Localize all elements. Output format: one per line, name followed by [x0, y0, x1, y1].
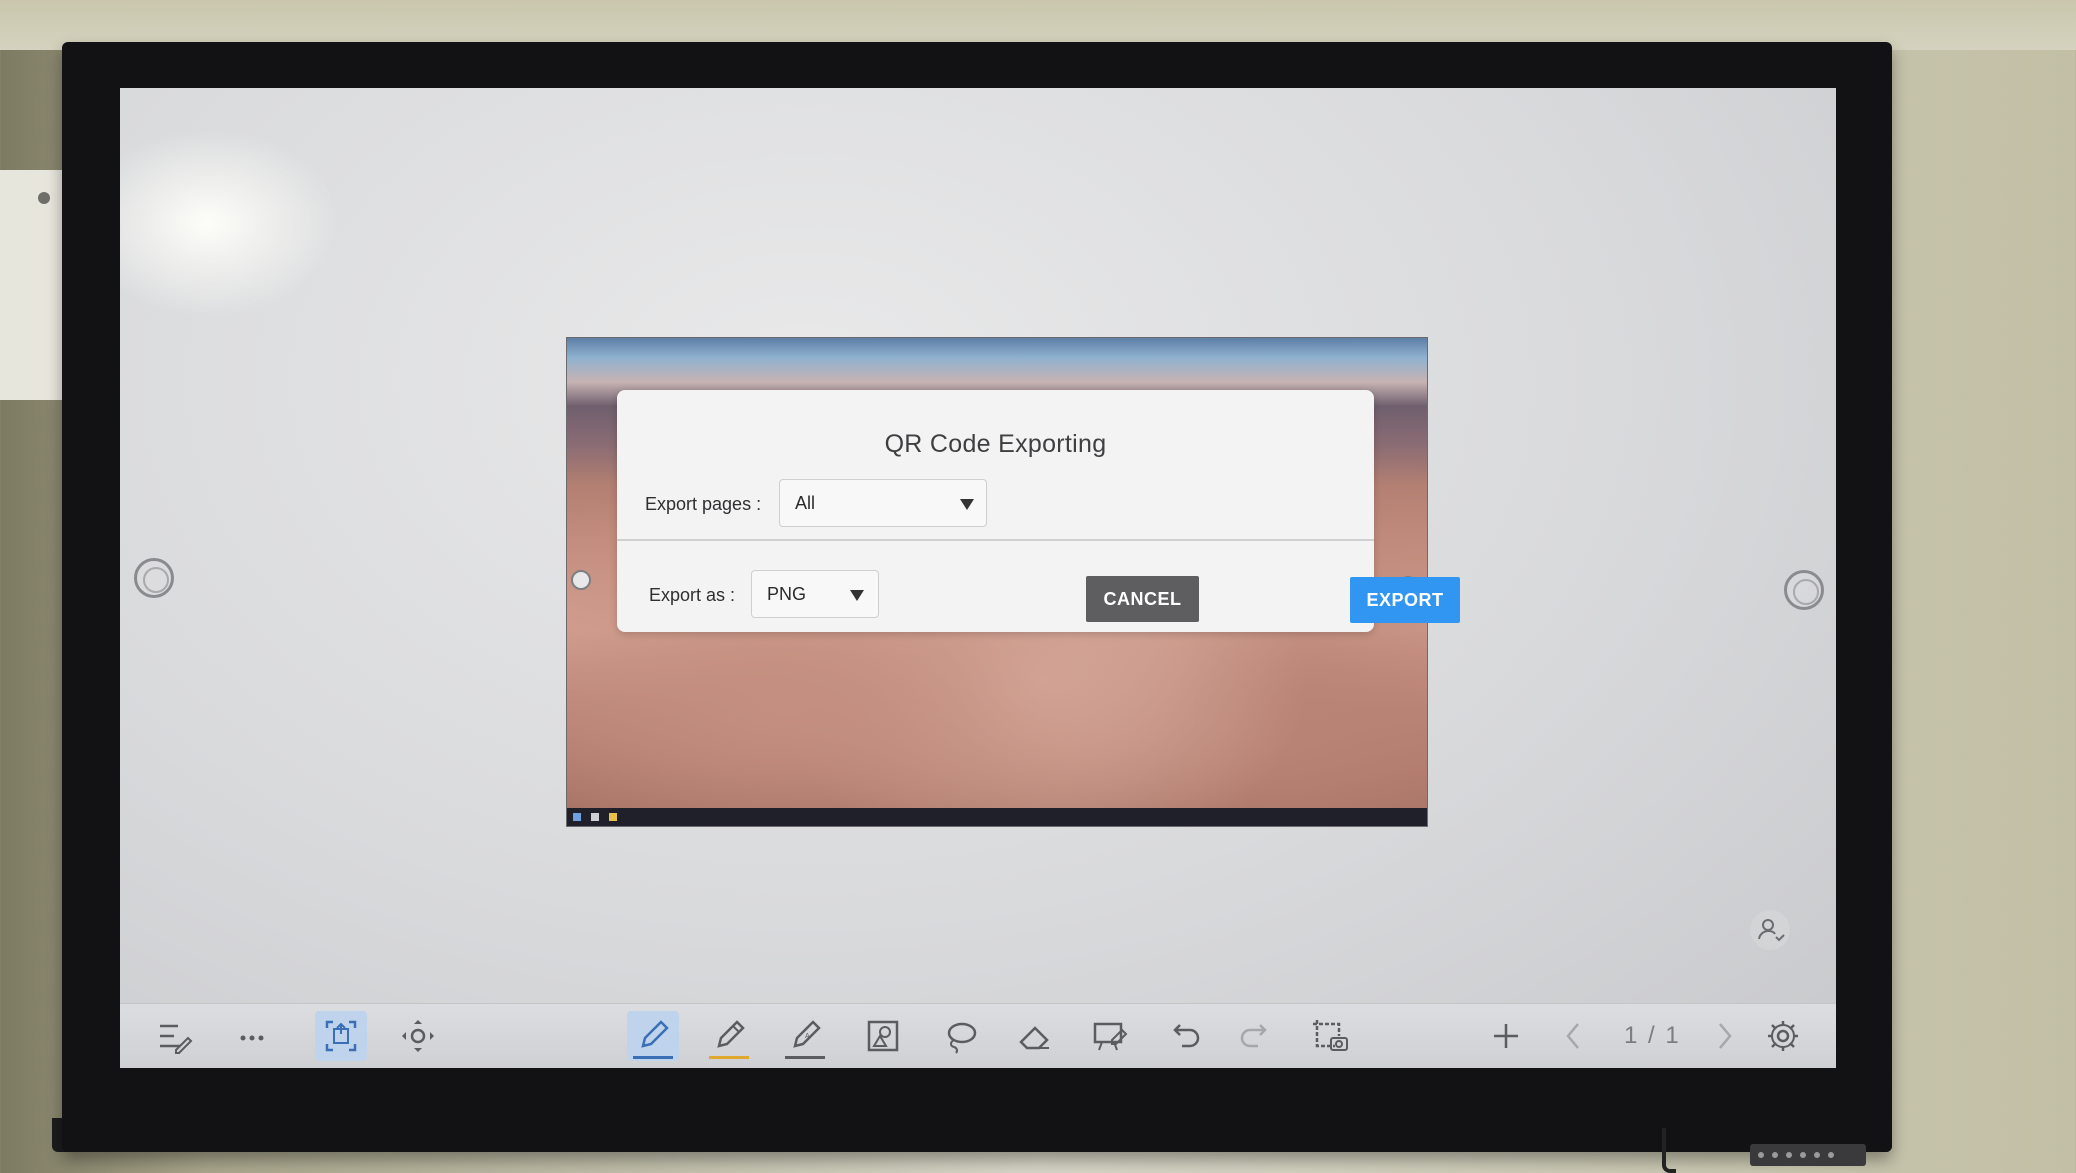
next-page-button[interactable]	[1698, 1011, 1750, 1061]
resize-handle-left[interactable]	[571, 570, 591, 590]
more-icon	[240, 1035, 264, 1041]
export-as-label: Export as :	[649, 585, 736, 605]
eraser-icon	[1019, 1026, 1049, 1050]
folder-icon	[609, 813, 617, 821]
settings-button[interactable]	[1757, 1011, 1809, 1061]
qr-export-dialog: QR Code Exporting Export pages : All Exp…	[617, 390, 1460, 632]
export-pages-value: All	[795, 493, 816, 513]
cancel-button[interactable]: CANCEL	[1086, 576, 1199, 622]
left-side-menu-handle[interactable]	[134, 558, 174, 598]
prev-page-button[interactable]	[1548, 1011, 1600, 1061]
prev-page-icon	[1566, 1023, 1579, 1049]
scan-button[interactable]	[315, 1011, 367, 1061]
smart-pen-tool[interactable]: A	[779, 1011, 831, 1061]
whiteboard-toolbar: A 1 / 1	[120, 1003, 1836, 1068]
svg-text:A: A	[805, 1033, 810, 1040]
board-edit-icon	[1093, 1022, 1128, 1051]
dialog-title: QR Code Exporting	[884, 430, 1107, 458]
menu-icon	[160, 1024, 193, 1054]
light-glare	[120, 128, 340, 318]
lasso-icon	[947, 1022, 977, 1054]
pen-icon	[641, 1020, 669, 1048]
more-button[interactable]	[226, 1011, 278, 1061]
page-indicator: 1 / 1	[1624, 1022, 1681, 1049]
switch-dot	[38, 192, 50, 204]
power-cable	[1662, 1128, 1676, 1173]
undo-button[interactable]	[1158, 1011, 1210, 1061]
dialog-divider	[617, 539, 1374, 541]
chevron-down-icon	[960, 499, 974, 510]
menu-button[interactable]	[148, 1011, 200, 1061]
redo-icon	[1240, 1024, 1267, 1048]
add-page-button[interactable]	[1480, 1011, 1532, 1061]
windows-taskbar	[567, 808, 1427, 826]
highlighter-color-indicator	[709, 1056, 749, 1059]
export-pages-label: Export pages :	[645, 494, 762, 514]
monitor-control-panel	[1750, 1144, 1866, 1166]
taskbar-app-icon	[591, 813, 599, 821]
lasso-tool[interactable]	[934, 1011, 986, 1061]
scan-icon	[325, 1020, 357, 1052]
add-page-icon	[1494, 1024, 1518, 1048]
smart-pen-icon: A	[793, 1020, 821, 1048]
highlighter-tool[interactable]	[703, 1011, 755, 1061]
export-as-value: PNG	[767, 584, 807, 604]
user-icon	[1758, 919, 1785, 942]
eraser-tool[interactable]	[1009, 1011, 1061, 1061]
pen-color-indicator	[633, 1056, 673, 1059]
shape-recognition-icon	[867, 1020, 899, 1052]
pen-tool[interactable]	[627, 1011, 679, 1061]
undo-icon	[1173, 1024, 1200, 1048]
shape-recognition-tool[interactable]	[857, 1011, 909, 1061]
windows-start-icon	[573, 813, 581, 821]
redo-button[interactable]	[1230, 1011, 1282, 1061]
board-edit-tool[interactable]	[1084, 1011, 1136, 1061]
export-button[interactable]: EXPORT	[1350, 577, 1460, 623]
move-icon	[402, 1020, 434, 1052]
smart-pen-indicator	[785, 1056, 825, 1059]
whiteboard-screen[interactable]: QR Code Exporting Export pages : All Exp…	[120, 88, 1836, 1068]
user-button[interactable]	[1750, 910, 1790, 950]
right-side-menu-handle[interactable]	[1784, 570, 1824, 610]
settings-icon	[1768, 1021, 1798, 1051]
screenshot-icon	[1313, 1020, 1348, 1051]
next-page-icon	[1719, 1023, 1732, 1049]
export-pages-select[interactable]: All	[779, 479, 987, 527]
highlighter-icon	[717, 1020, 745, 1048]
export-as-select[interactable]: PNG	[751, 570, 879, 618]
chevron-down-icon	[850, 590, 864, 601]
screenshot-button[interactable]	[1305, 1011, 1357, 1061]
move-button[interactable]	[392, 1011, 444, 1061]
